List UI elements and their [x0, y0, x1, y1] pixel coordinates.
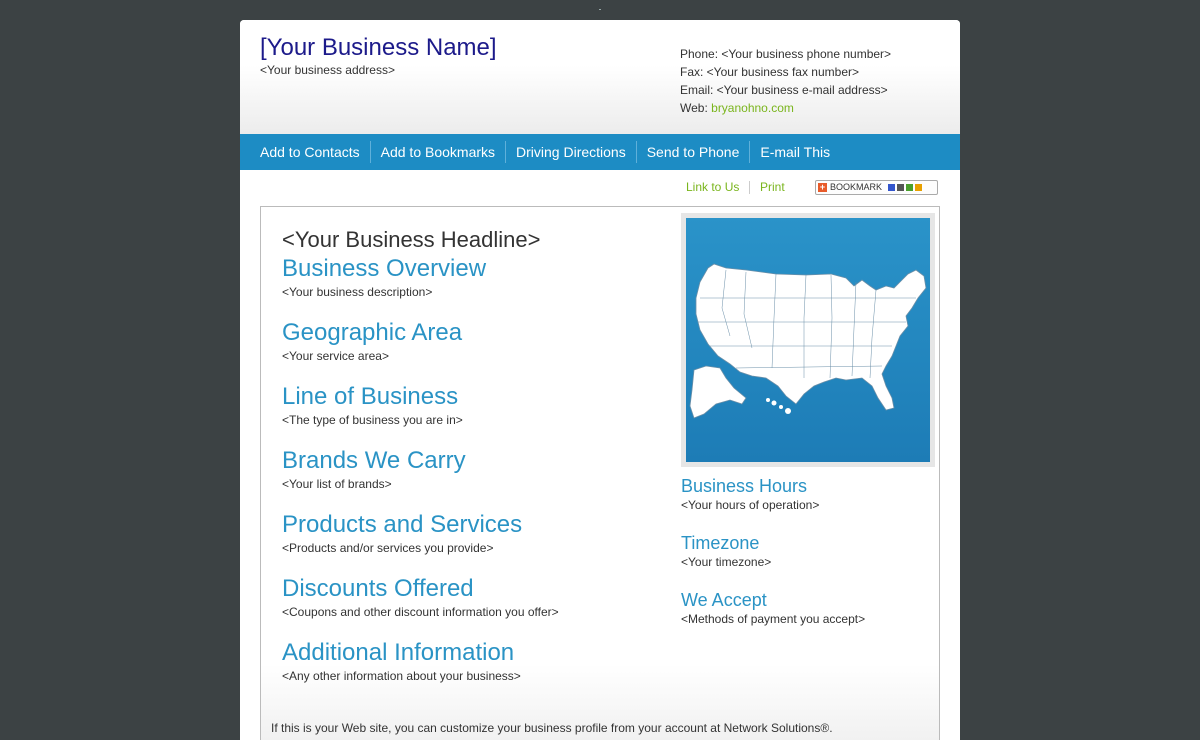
plus-icon: + — [818, 182, 827, 192]
web-link[interactable]: bryanohno.com — [711, 101, 794, 115]
nav-add-to-contacts[interactable]: Add to Contacts — [250, 141, 370, 163]
print-link[interactable]: Print — [760, 180, 785, 194]
footer-note: If this is your Web site, you can custom… — [271, 721, 833, 735]
profile-page: [Your Business Name] <Your business addr… — [240, 20, 960, 740]
action-nav: Add to Contacts Add to Bookmarks Driving… — [240, 134, 960, 170]
section-brands-we-carry: Brands We Carry <Your list of brands> — [282, 447, 466, 491]
nav-send-to-phone[interactable]: Send to Phone — [635, 141, 750, 163]
section-title: Geographic Area — [282, 319, 463, 346]
bookmark-label: BOOKMARK — [830, 182, 883, 192]
digg-icon — [897, 184, 905, 191]
sidebar-business-hours: Business Hours <Your hours of operation> — [681, 475, 819, 512]
sidebar-title: We Accept — [681, 590, 767, 610]
sidebar-timezone: Timezone <Your timezone> — [681, 532, 771, 569]
section-discounts-offered: Discounts Offered <Coupons and other dis… — [282, 575, 559, 619]
more-icon — [915, 184, 923, 191]
usa-map-icon — [689, 263, 927, 419]
us-map — [681, 213, 935, 467]
sidebar-text: <Your timezone> — [681, 555, 772, 569]
map-background — [686, 218, 930, 462]
sidebar-we-accept: We Accept <Methods of payment you accept… — [681, 589, 865, 626]
nav-driving-directions[interactable]: Driving Directions — [505, 141, 636, 163]
section-additional-information: Additional Information <Any other inform… — [282, 639, 521, 683]
business-address: <Your business address> — [260, 63, 395, 77]
section-title: Additional Information — [282, 639, 515, 666]
business-headline: <Your Business Headline> — [282, 227, 541, 252]
business-name: [Your Business Name] — [260, 34, 497, 61]
social-icons — [888, 184, 923, 191]
sidebar-text: <Your hours of operation> — [681, 498, 820, 512]
sidebar-title: Business Hours — [681, 476, 808, 496]
section-line-of-business: Line of Business <The type of business y… — [282, 383, 463, 427]
stumble-icon — [906, 184, 914, 191]
section-geographic-area: Geographic Area <Your service area> — [282, 319, 462, 363]
link-to-us-link[interactable]: Link to Us — [686, 180, 739, 194]
section-title: Line of Business — [282, 383, 459, 410]
section-title: Brands We Carry — [282, 447, 466, 474]
contact-info: Phone: <Your business phone number> Fax:… — [680, 45, 891, 117]
fax-line: Fax: <Your business fax number> — [680, 65, 859, 79]
top-dot — [599, 9, 601, 10]
phone-line: Phone: <Your business phone number> — [680, 47, 892, 61]
sidebar-title: Timezone — [681, 533, 760, 553]
section-title: Business Overview — [282, 255, 487, 282]
section-text: <Any other information about your busine… — [282, 669, 521, 683]
delicious-icon — [888, 184, 896, 191]
page-header: [Your Business Name] <Your business addr… — [240, 20, 960, 134]
section-text: <Coupons and other discount information … — [282, 605, 559, 619]
section-text: <Your service area> — [282, 349, 389, 363]
bookmark-button[interactable]: + BOOKMARK — [815, 180, 938, 195]
section-business-overview: Business Overview <Your business descrip… — [282, 255, 486, 299]
section-text: <The type of business you are in> — [282, 413, 463, 427]
web-label: Web: — [680, 101, 708, 115]
content-panel: <Your Business Headline> Business Overvi… — [260, 206, 940, 740]
email-line: Email: <Your business e-mail address> — [680, 83, 888, 97]
sidebar-text: <Methods of payment you accept> — [681, 612, 866, 626]
utility-divider — [749, 181, 750, 194]
section-text: <Your business description> — [282, 285, 433, 299]
nav-email-this[interactable]: E-mail This — [749, 141, 840, 163]
section-products-and-services: Products and Services <Products and/or s… — [282, 511, 522, 555]
section-title: Products and Services — [282, 511, 523, 538]
web-line: Web: bryanohno.com — [680, 99, 891, 117]
section-text: <Products and/or services you provide> — [282, 541, 494, 555]
nav-add-to-bookmarks[interactable]: Add to Bookmarks — [369, 141, 505, 163]
section-text: <Your list of brands> — [282, 477, 392, 491]
section-title: Discounts Offered — [282, 575, 474, 602]
